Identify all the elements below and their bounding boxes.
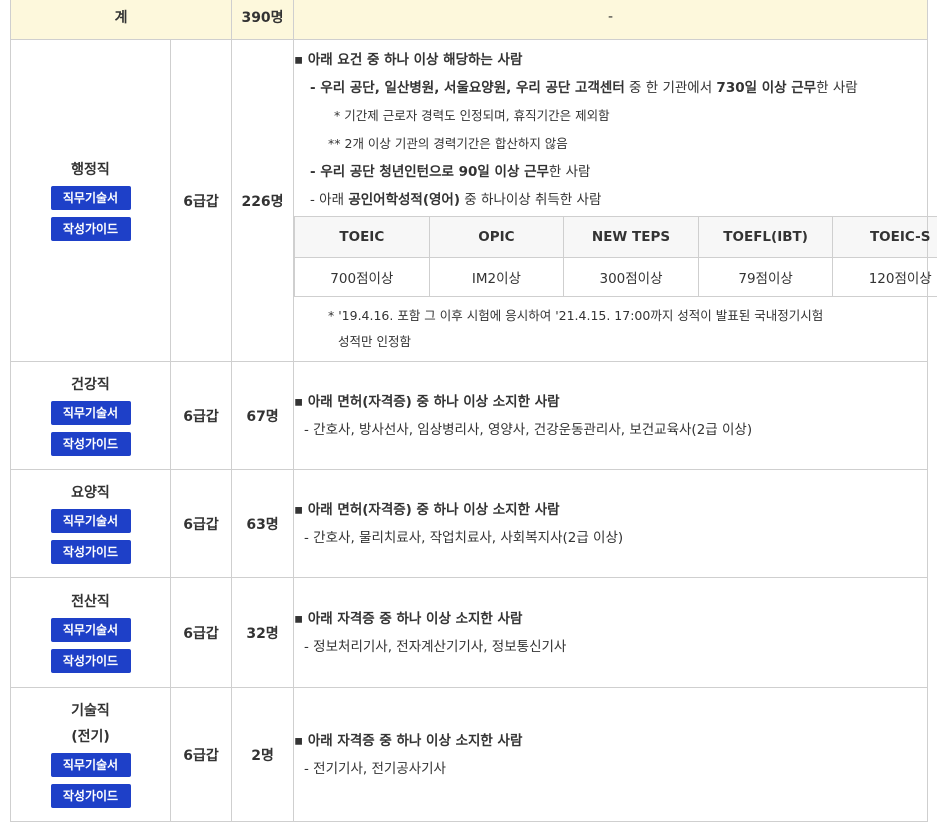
job-cell: 행정직 직무기술서 작성가이드: [10, 39, 171, 362]
score-header: OPIC: [428, 216, 565, 258]
requirement-item: - 아래 공인어학성적(영어) 중 하나이상 취득한 사람: [310, 192, 602, 208]
requirement-item: - 우리 공단, 일산병원, 서울요양원, 우리 공단 고객센터 중 한 기관에…: [310, 80, 858, 96]
requirement-item: - 우리 공단 청년인턴으로 90일 이상 근무한 사람: [310, 164, 591, 180]
grade-cell: 6급갑: [169, 361, 233, 470]
score-value: 300점이상: [563, 257, 699, 297]
requirement-head: ▪ 아래 면허(자격증) 중 하나 이상 소지한 사람: [294, 393, 560, 410]
table-row: 기술직 (전기) 직무기술서 작성가이드 6급갑 2명 ▪ 아래 자격증 중 하…: [10, 687, 929, 822]
count-cell: 226명: [231, 39, 295, 362]
table-row: 행정직 직무기술서 작성가이드 6급갑 226명 ▪ 아래 요건 중 하나 이상…: [10, 39, 937, 362]
job-cell: 전산직 직무기술서 작성가이드: [10, 577, 171, 688]
grade-cell: 6급갑: [169, 469, 233, 578]
duty-description-button[interactable]: 직무기술서: [50, 617, 131, 642]
score-note: 성적만 인정함: [338, 334, 411, 349]
score-header: NEW TEPS: [563, 216, 699, 258]
job-cell: 기술직 (전기) 직무기술서 작성가이드: [10, 687, 171, 822]
requirement-item: - 간호사, 방사선사, 임상병리사, 영양사, 건강운동관리사, 보건교육사(…: [304, 421, 753, 438]
requirement-head: ▪ 아래 자격증 중 하나 이상 소지한 사람: [294, 610, 523, 627]
score-value: 79점이상: [697, 257, 834, 297]
duty-description-button[interactable]: 직무기술서: [50, 400, 131, 425]
writing-guide-button[interactable]: 작성가이드: [50, 648, 131, 673]
requirement-head: ▪ 아래 요건 중 하나 이상 해당하는 사람: [294, 52, 523, 68]
writing-guide-button[interactable]: 작성가이드: [50, 783, 131, 808]
summary-row: 계 390명 -: [9, 0, 929, 40]
recruitment-table: 계 390명 - 행정직 직무기술서 작성가이드 6급갑 226명 ▪ 아래 요…: [9, 0, 937, 822]
score-note: * '19.4.16. 포함 그 이후 시험에 응시하여 '21.4.15. 1…: [328, 308, 824, 323]
requirement-subnote: ** 2개 이상 기관의 경력기간은 합산하지 않음: [328, 136, 568, 151]
requirement-cell: ▪ 아래 자격증 중 하나 이상 소지한 사람 - 정보처리기사, 전자계산기기…: [293, 577, 929, 688]
requirement-cell: ▪ 아래 자격증 중 하나 이상 소지한 사람 - 전기기사, 전기공사기사: [293, 687, 929, 822]
count-cell: 32명: [231, 577, 295, 688]
grade-cell: 6급갑: [169, 687, 233, 822]
summary-count: 390명: [231, 0, 295, 40]
job-subtitle: (전기): [71, 728, 110, 745]
writing-guide-button[interactable]: 작성가이드: [50, 539, 131, 564]
requirement-cell: ▪ 아래 면허(자격증) 중 하나 이상 소지한 사람 - 간호사, 방사선사,…: [293, 361, 929, 470]
score-header: TOEIC: [294, 216, 430, 258]
score-header: TOEIC-S: [832, 216, 937, 258]
summary-label: 계: [9, 0, 233, 40]
requirement-subnote: * 기간제 근로자 경력도 인정되며, 휴직기간은 제외함: [334, 108, 610, 123]
job-cell: 요양직 직무기술서 작성가이드: [10, 469, 171, 578]
job-cell: 건강직 직무기술서 작성가이드: [10, 361, 171, 470]
grade-cell: 6급갑: [169, 577, 233, 688]
writing-guide-button[interactable]: 작성가이드: [50, 216, 131, 241]
duty-description-button[interactable]: 직무기술서: [50, 752, 131, 777]
score-header: TOEFL(IBT): [697, 216, 834, 258]
writing-guide-button[interactable]: 작성가이드: [50, 431, 131, 456]
duty-description-button[interactable]: 직무기술서: [50, 185, 131, 210]
score-value: IM2이상: [428, 257, 565, 297]
summary-note: -: [293, 0, 929, 40]
job-title: 요양직: [71, 484, 110, 501]
requirement-item: - 간호사, 물리치료사, 작업치료사, 사회복지사(2급 이상): [304, 529, 624, 546]
table-row: 전산직 직무기술서 작성가이드 6급갑 32명 ▪ 아래 자격증 중 하나 이상…: [10, 577, 929, 688]
duty-description-button[interactable]: 직무기술서: [50, 508, 131, 533]
score-value: 120점이상: [832, 257, 937, 297]
requirement-cell: ▪ 아래 요건 중 하나 이상 해당하는 사람 - 우리 공단, 일산병원, 서…: [293, 39, 937, 362]
count-cell: 2명: [231, 687, 295, 822]
count-cell: 63명: [231, 469, 295, 578]
job-title: 기술직: [71, 702, 110, 719]
requirement-head: ▪ 아래 면허(자격증) 중 하나 이상 소지한 사람: [294, 501, 560, 518]
requirement-item: - 전기기사, 전기공사기사: [304, 760, 446, 777]
score-value: 700점이상: [294, 257, 430, 297]
job-title: 행정직: [71, 161, 110, 178]
job-title: 전산직: [71, 593, 110, 610]
requirement-cell: ▪ 아래 면허(자격증) 중 하나 이상 소지한 사람 - 간호사, 물리치료사…: [293, 469, 929, 578]
table-row: 요양직 직무기술서 작성가이드 6급갑 63명 ▪ 아래 면허(자격증) 중 하…: [10, 469, 929, 578]
requirement-head: ▪ 아래 자격증 중 하나 이상 소지한 사람: [294, 732, 523, 749]
job-title: 건강직: [71, 376, 110, 393]
requirement-item: - 정보처리기사, 전자계산기기사, 정보통신기사: [304, 638, 567, 655]
grade-cell: 6급갑: [169, 39, 233, 362]
count-cell: 67명: [231, 361, 295, 470]
language-score-table: TOEIC OPIC NEW TEPS TOEFL(IBT) TOEIC-S 7…: [294, 216, 937, 297]
table-row: 건강직 직무기술서 작성가이드 6급갑 67명 ▪ 아래 면허(자격증) 중 하…: [10, 361, 929, 470]
